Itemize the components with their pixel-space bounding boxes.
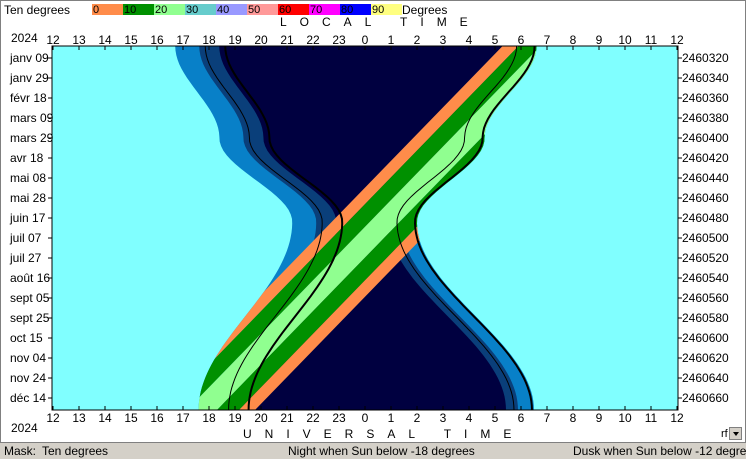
ut-hour-label: 0 [362,411,369,425]
local-hour-label: 19 [228,33,242,47]
julian-date-label: 2460460 [682,191,729,205]
date-label: janv 29 [9,71,49,85]
julian-date-label: 2460340 [682,71,729,85]
date-label: avr 18 [10,151,44,165]
ut-hour-label: 18 [202,411,216,425]
ut-hour-label: 9 [596,411,603,425]
local-hour-label: 4 [466,33,473,47]
local-hour-label: 14 [98,33,112,47]
julian-date-label: 2460400 [682,131,729,145]
julian-date-label: 2460320 [682,51,729,65]
julian-date-label: 2460440 [682,171,729,185]
ut-hour-label: 5 [492,411,499,425]
local-hour-label: 15 [124,33,138,47]
universal-time-title: UNIVERSAL TIME [243,427,525,441]
date-label: sept 25 [10,311,50,325]
ut-hour-label: 15 [124,411,138,425]
local-hour-label: 21 [280,33,294,47]
local-hour-label: 0 [362,33,369,47]
local-hour-label: 1 [388,33,395,47]
julian-date-label: 2460420 [682,151,729,165]
date-label: juil 07 [9,231,42,245]
ut-hour-label: 1 [388,411,395,425]
julian-date-label: 2460560 [682,291,729,305]
ut-hour-label: 12 [670,411,684,425]
status-bar: Mask: Ten degrees Night when Sun below -… [0,442,746,459]
corner-label: rf [721,428,728,440]
local-hour-label: 3 [440,33,447,47]
ut-hour-label: 22 [306,411,320,425]
local-hour-label: 6 [518,33,525,47]
ut-hour-label: 21 [280,411,294,425]
julian-date-label: 2460640 [682,371,729,385]
date-label: juin 17 [9,211,46,225]
julian-date-label: 2460360 [682,91,729,105]
ut-hour-label: 17 [176,411,190,425]
ut-hour-label: 16 [150,411,164,425]
date-label: janv 09 [9,51,49,65]
night-note: Night when Sun below -18 degrees [288,444,475,458]
ut-hour-label: 13 [72,411,86,425]
date-label: mai 28 [10,191,46,205]
ut-hour-label: 19 [228,411,242,425]
mask-label: Mask: [4,444,37,458]
local-hour-label: 12 [670,33,684,47]
julian-date-label: 2460540 [682,271,729,285]
local-hour-label: 7 [544,33,551,47]
ut-hour-label: 10 [618,411,632,425]
julian-date-label: 2460480 [682,211,729,225]
ut-hour-label: 14 [98,411,112,425]
date-label: nov 04 [10,351,46,365]
date-label: mars 29 [10,131,54,145]
dusk-note: Dusk when Sun below -12 degrees [573,444,746,458]
local-hour-label: 12 [46,33,60,47]
date-label: nov 24 [10,371,46,385]
date-label: mai 08 [10,171,46,185]
julian-date-label: 2460600 [682,331,729,345]
local-hour-label: 11 [645,33,658,47]
date-label: juil 27 [9,251,42,265]
local-hour-label: 18 [202,33,216,47]
ut-hour-label: 3 [440,411,447,425]
ut-hour-label: 7 [544,411,551,425]
local-hour-label: 5 [492,33,499,47]
julian-date-label: 2460500 [682,231,729,245]
local-hour-label: 23 [332,33,346,47]
local-hour-label: 2 [414,33,421,47]
ut-hour-label: 8 [570,411,577,425]
local-hour-label: 9 [596,33,603,47]
local-hour-label: 13 [72,33,86,47]
local-hour-label: 10 [618,33,632,47]
local-hour-label: 17 [176,33,190,47]
julian-date-label: 2460580 [682,311,729,325]
ut-hour-label: 12 [46,411,60,425]
date-label: mars 09 [10,111,54,125]
local-hour-label: 20 [254,33,268,47]
mask-value: Ten degrees [42,444,109,458]
local-hour-label: 16 [150,33,164,47]
julian-date-label: 2460620 [682,351,729,365]
year-label-bottom: 2024 [11,421,38,435]
ut-hour-label: 4 [466,411,473,425]
visibility-chart[interactable]: 1212131314141515161617171818191920202121… [0,0,746,442]
local-hour-label: 8 [570,33,577,47]
date-label: août 16 [10,271,50,285]
ut-hour-label: 23 [332,411,346,425]
ut-hour-label: 2 [414,411,421,425]
scroll-down-button[interactable] [729,427,742,440]
date-label: sept 05 [10,291,50,305]
julian-date-label: 2460520 [682,251,729,265]
ut-hour-label: 11 [645,411,658,425]
date-label: déc 14 [10,391,46,405]
julian-date-label: 2460660 [682,391,729,405]
ut-hour-label: 6 [518,411,525,425]
local-hour-label: 22 [306,33,320,47]
julian-date-label: 2460380 [682,111,729,125]
ut-hour-label: 20 [254,411,268,425]
date-label: févr 18 [10,91,47,105]
date-label: oct 15 [10,331,43,345]
